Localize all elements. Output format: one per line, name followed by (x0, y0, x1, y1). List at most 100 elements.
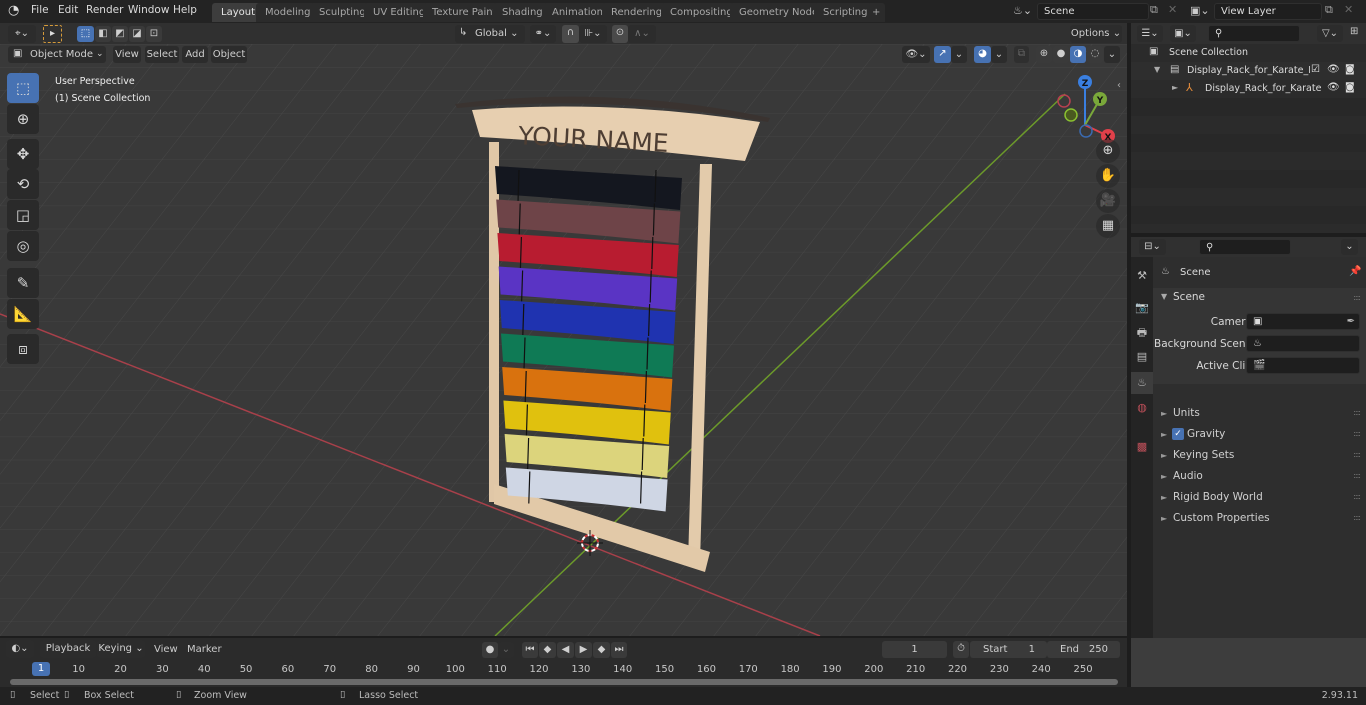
zoom-view-button[interactable]: ⊕ (1096, 139, 1120, 163)
camera-view-button[interactable]: 🎥 (1096, 189, 1120, 213)
xray-toggle-icon[interactable]: ⧉ (1014, 46, 1029, 63)
pin-icon[interactable]: 📌 (1349, 266, 1361, 277)
options-dropdown[interactable]: Options ⌄ (1070, 25, 1122, 43)
menu-select[interactable]: Select (145, 46, 179, 63)
gizmo-toggle-icon[interactable]: ↗ (934, 46, 951, 63)
select-subtract-icon[interactable]: ◩ (112, 26, 128, 42)
playback-dropdown[interactable]: Playback ⌄ (40, 640, 96, 672)
outliner-editor-type[interactable]: ☰⌄ (1137, 25, 1163, 42)
editor-type-button[interactable]: ⌖⌄ (8, 25, 36, 43)
camera-field[interactable]: ▣ ✒ (1246, 313, 1360, 330)
snap-target-dropdown[interactable]: ⊪⌄ (579, 25, 607, 43)
menu-add[interactable]: Add (182, 46, 208, 63)
proportional-edit-icon[interactable]: ⊙ (612, 25, 628, 43)
eyedropper-icon[interactable]: ✒ (1347, 314, 1355, 330)
section-gravity[interactable]: ► ✓ Gravity:::: (1153, 425, 1366, 445)
section-audio[interactable]: ► Audio:::: (1153, 467, 1366, 487)
playhead[interactable]: 1 (32, 662, 50, 676)
menu-render[interactable]: Render (86, 4, 123, 16)
render-camera-icon[interactable]: ◙ (1345, 82, 1355, 93)
wireframe-shading-icon[interactable]: ⊕ (1036, 46, 1052, 63)
menu-view[interactable]: View (113, 46, 141, 63)
solid-shading-icon[interactable]: ● (1053, 46, 1069, 63)
stopwatch-icon[interactable]: ⏱ (953, 641, 969, 658)
drag-handle-icon[interactable]: :::: (1353, 429, 1361, 438)
keying-dropdown[interactable]: Keying ⌄ (97, 640, 145, 658)
display-mode-dropdown[interactable]: ▣⌄ (1170, 25, 1196, 42)
drag-handle-icon[interactable]: :::: (1353, 293, 1361, 302)
gravity-checkbox[interactable]: ✓ (1172, 428, 1184, 440)
blender-logo-icon[interactable]: ◔ (8, 3, 19, 18)
overlays-toggle-icon[interactable]: ◕ (974, 46, 991, 63)
jump-start-icon[interactable]: ⏮ (522, 642, 538, 658)
play-icon[interactable]: ▶ (575, 642, 592, 658)
select-extend-icon[interactable]: ◧ (95, 26, 111, 42)
outliner-search-input[interactable]: ⚲ (1208, 25, 1300, 42)
scene-name-field[interactable]: Scene (1037, 3, 1149, 20)
object-mode-dropdown[interactable]: Object Mode (8, 46, 106, 63)
tool-cursor[interactable]: ⊕ (7, 104, 39, 134)
shading-dropdown[interactable]: ⌄ (1104, 46, 1120, 63)
keying-options-dropdown[interactable]: ⌄ (498, 642, 514, 658)
active-clip-field[interactable]: 🎬 (1246, 357, 1360, 374)
rendered-shading-icon[interactable]: ◌ (1087, 46, 1103, 63)
exclude-checkbox[interactable]: ☑ (1311, 64, 1320, 75)
add-workspace-button[interactable]: + (867, 3, 886, 22)
drag-handle-icon[interactable]: :::: (1353, 513, 1361, 522)
tool-move[interactable]: ✥ (7, 139, 39, 169)
jump-end-icon[interactable]: ⏭ (611, 642, 627, 658)
select-invert-icon[interactable]: ◪ (129, 26, 145, 42)
output-tab-icon[interactable]: 🖶 (1131, 322, 1153, 344)
scene-tab-icon[interactable]: ♨ (1131, 372, 1153, 394)
world-tab-icon[interactable]: ◍ (1131, 397, 1153, 419)
overlays-dropdown[interactable]: ⌄ (991, 46, 1007, 63)
3d-viewport[interactable]: YOUR NAME Z Y X User Perspective (1) Sce… (0, 44, 1127, 636)
section-rigid-body-world[interactable]: ► Rigid Body World:::: (1153, 488, 1366, 508)
new-collection-icon[interactable]: ⊞ (1350, 26, 1358, 37)
filter-dropdown[interactable]: ▽⌄ (1317, 25, 1343, 42)
expand-arrow-icon[interactable]: ▼ (1154, 65, 1160, 74)
view-layer-field[interactable]: View Layer (1214, 3, 1322, 20)
proportional-falloff-dropdown[interactable]: ∧⌄ (628, 25, 656, 43)
drag-handle-icon[interactable]: :::: (1353, 408, 1361, 417)
section-keying-sets[interactable]: ► Keying Sets:::: (1153, 446, 1366, 466)
tool-select-box[interactable]: ⬚ (7, 73, 39, 103)
outliner-row[interactable]: ► ⅄ Display_Rack_for_Karate 👁 ◙ (1131, 80, 1366, 98)
menu-help[interactable]: Help (173, 4, 197, 16)
auto-keying-toggle[interactable]: ● (482, 642, 498, 658)
pivot-point-dropdown[interactable]: ⚭⌄ (530, 25, 556, 43)
menu-file[interactable]: File (31, 4, 49, 16)
gizmo-dropdown[interactable]: ⌄ (951, 46, 967, 63)
background-scene-field[interactable]: ♨ (1246, 335, 1360, 352)
expand-arrow-icon[interactable]: ► (1172, 83, 1178, 92)
render-camera-icon[interactable]: ◙ (1345, 64, 1355, 75)
end-frame-field[interactable]: End 250 (1047, 641, 1120, 658)
frame-ruler[interactable]: 10 20 30 40 50 60 70 80 90 100 110 120 130 140 150 160 1… (0, 661, 1127, 679)
properties-options-dropdown[interactable]: ⌄ (1341, 239, 1358, 255)
visibility-dropdown[interactable]: 👁⌄ (902, 46, 930, 63)
play-reverse-icon[interactable]: ◀ (557, 642, 574, 658)
properties-editor-type[interactable]: ⊟⌄ (1139, 239, 1166, 255)
drag-handle-icon[interactable]: :::: (1353, 471, 1361, 480)
eye-icon[interactable]: 👁 (1327, 82, 1340, 93)
outliner-row[interactable]: ▼ ▤ Display_Rack_for_Karate_Belt ☑ 👁 ◙ (1131, 62, 1366, 80)
material-shading-icon[interactable]: ◑ (1070, 46, 1086, 63)
snap-toggle-icon[interactable]: ∩ (562, 25, 579, 43)
texture-tab-icon[interactable]: ▩ (1131, 436, 1153, 458)
scene-panel-header[interactable]: ▼ Scene :::: (1153, 288, 1366, 308)
menu-edit[interactable]: Edit (58, 4, 78, 16)
timeline-menu-view[interactable]: View (154, 644, 178, 655)
new-scene-icon[interactable]: ⧉ (1150, 3, 1158, 17)
drag-handle-icon[interactable]: :::: (1353, 492, 1361, 501)
tool-annotate[interactable]: ✎ (7, 268, 39, 298)
section-units[interactable]: ► Units:::: (1153, 404, 1366, 424)
eye-icon[interactable]: 👁 (1327, 64, 1340, 75)
perspective-toggle-button[interactable]: ▦ (1096, 214, 1120, 238)
menu-object[interactable]: Object (211, 46, 247, 63)
drag-handle-icon[interactable]: :::: (1353, 450, 1361, 459)
new-view-layer-icon[interactable]: ⧉ (1325, 3, 1333, 17)
timeline-scrollbar[interactable] (10, 679, 1118, 685)
select-new-icon[interactable]: ⬚ (77, 26, 94, 42)
tool-tab-icon[interactable]: ⚒ (1131, 265, 1153, 287)
tool-transform[interactable]: ◎ (7, 231, 39, 261)
